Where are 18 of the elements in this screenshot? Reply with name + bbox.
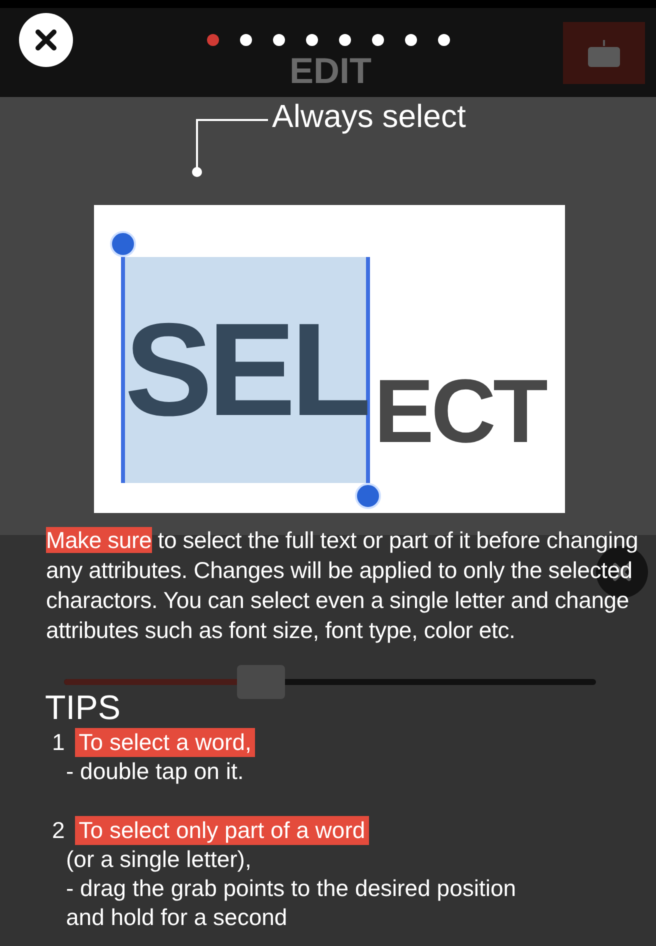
tip-text: and hold for a second [66,904,288,930]
screen-title: EDIT [288,50,372,92]
grab-handle[interactable] [355,483,381,509]
slider-handle[interactable] [236,665,285,699]
close-icon [33,27,59,53]
tip-text: (or a single letter), [66,846,252,872]
tip-text: - drag the grab points to the desired position [66,875,516,901]
keyboard-icon [587,38,621,68]
tip-text: - double tap on it. [66,758,244,784]
callout-label: Always select [272,98,466,135]
grab-handle[interactable] [110,231,136,257]
tips-heading: TIPS [45,688,122,728]
unselected-text: ECT [374,367,545,457]
tip-heading: To select a word, [74,728,256,757]
tip-number: 2 [52,816,65,845]
tip-number: 1 [52,728,65,757]
tip-heading: To select only part of a word [74,816,370,845]
instruction-paragraph: Make sure to select the full text or part of it before changing any attributes. Changes will be applied to only the selected charactors. You can select even a single letter and change attributes such as font size, font type, color etc. [46,526,640,645]
